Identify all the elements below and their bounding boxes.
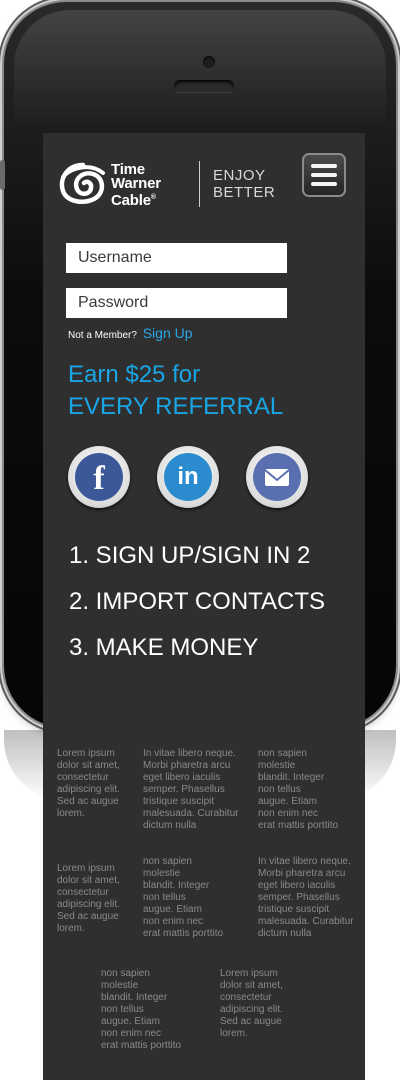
tagline: ENJOY BETTER	[213, 167, 276, 201]
volume-button-left	[0, 160, 5, 190]
menu-bar-icon	[311, 164, 337, 168]
step-1: 1. SIGN UP/SIGN IN 2	[69, 542, 311, 569]
facebook-share-button[interactable]: f	[68, 446, 130, 508]
not-member-text: Not a Member?	[68, 330, 137, 341]
username-input[interactable]	[66, 243, 287, 273]
linkedin-share-button[interactable]: in	[157, 446, 219, 508]
steps-list: 1. SIGN UP/SIGN IN 2 2. IMPORT CONTACTS …	[69, 533, 325, 671]
step-3: 3. MAKE MONEY	[69, 634, 259, 661]
linkedin-icon: in	[164, 453, 212, 501]
logo-divider	[199, 161, 200, 207]
lorem-block: non sapien molestie blandit. Integer non…	[143, 856, 224, 939]
facebook-icon: f	[75, 453, 123, 501]
lorem-block: non sapien molestie blandit. Integer non…	[258, 748, 339, 831]
logo-line-cable: Cable®	[111, 192, 156, 209]
lorem-block: Lorem ipsum dolor sit amet, consectetur …	[220, 968, 283, 1039]
email-icon	[253, 453, 301, 501]
step-2: 2. IMPORT CONTACTS	[69, 588, 326, 615]
promo-line-2: EVERY REFERRAL	[68, 393, 284, 420]
menu-bar-icon	[311, 182, 337, 186]
menu-bar-icon	[311, 173, 337, 177]
email-share-button[interactable]	[246, 446, 308, 508]
phone-screen: Time Warner Cable® ENJOY BETTER Not a Me…	[43, 133, 365, 1080]
lorem-block: non sapien molestie blandit. Integer non…	[101, 968, 182, 1051]
hamburger-menu-button[interactable]	[302, 153, 346, 197]
lorem-block: In vitae libero neque. Morbi pharetra ar…	[143, 748, 239, 831]
logo-line-warner: Warner	[111, 175, 161, 192]
lorem-block: In vitae libero neque. Morbi pharetra ar…	[258, 856, 354, 939]
earpiece-speaker	[174, 80, 234, 92]
signup-link[interactable]: Sign Up	[143, 325, 193, 341]
phone-sheen	[14, 10, 386, 130]
password-input[interactable]	[66, 288, 287, 318]
promo-line-1: Earn $25 for	[68, 361, 201, 388]
front-camera	[203, 56, 215, 68]
twc-eye-icon	[59, 162, 105, 205]
envelope-icon	[264, 469, 290, 486]
signup-prompt: Not a Member? Sign Up	[68, 325, 193, 341]
brand-logo: Time Warner Cable® ENJOY BETTER	[57, 159, 275, 209]
referral-promo: Earn $25 for EVERY REFERRAL	[68, 359, 283, 423]
logo-wordmark: Time Warner Cable®	[111, 162, 161, 209]
